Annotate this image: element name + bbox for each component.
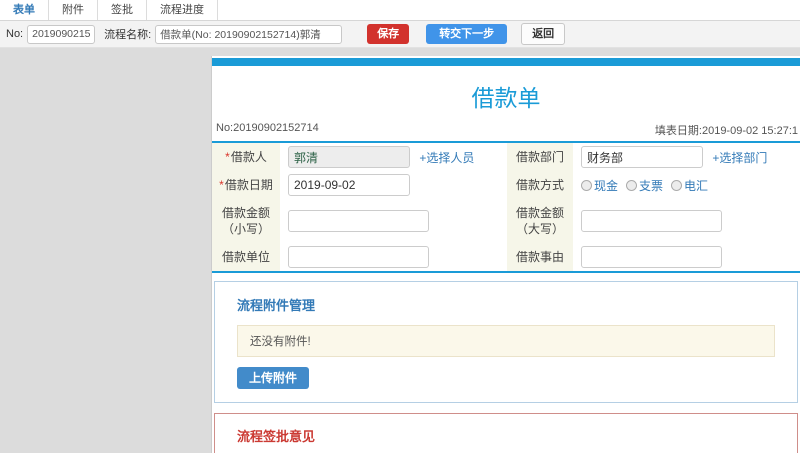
upload-attachment-button[interactable]: 上传附件	[237, 367, 310, 389]
tab-approvals[interactable]: 签批	[98, 0, 147, 20]
approval-panel: 流程签批意见 B I abc A ∞ ∞ ⚑ 1≡ •≡ ⇤ ⇥	[214, 413, 798, 453]
borrow-date-label-cell: *借款日期	[212, 171, 280, 199]
tab-attachments[interactable]: 附件	[49, 0, 98, 20]
unit-field-cell	[280, 243, 507, 272]
radio-wire[interactable]: 电汇	[671, 177, 708, 194]
form-panel: 借款单 No:20190902152714 填表日期:2019-09-02 15…	[211, 56, 800, 453]
no-input[interactable]	[27, 24, 96, 44]
amount-small-field-cell	[280, 199, 507, 243]
borrower-label-cell: *借款人	[212, 143, 280, 171]
department-field-cell: +选择部门	[573, 143, 800, 171]
borrow-method-label: 借款方式	[507, 171, 573, 199]
radio-circle-icon	[626, 179, 638, 191]
radio-wire-label: 电汇	[684, 178, 709, 193]
required-asterisk: *	[219, 178, 224, 192]
document-title: 借款单	[471, 85, 541, 111]
amount-big-input[interactable]	[581, 210, 722, 232]
tab-progress[interactable]: 流程进度	[147, 0, 218, 20]
no-label: No:	[6, 28, 24, 40]
attachments-heading: 流程附件管理	[237, 298, 316, 313]
document-no: No:20190902152714	[216, 122, 319, 134]
no-attachments-alert: 还没有附件!	[237, 325, 775, 357]
back-button[interactable]: 返回	[521, 23, 566, 45]
main-area: 借款单 No:20190902152714 填表日期:2019-09-02 15…	[0, 48, 800, 453]
department-input[interactable]	[581, 146, 703, 168]
radio-cheque[interactable]: 支票	[626, 177, 663, 194]
select-department-link[interactable]: +选择部门	[712, 151, 767, 165]
borrow-date-label: 借款日期	[224, 178, 273, 192]
approval-heading: 流程签批意见	[237, 429, 316, 444]
unit-label: 借款单位	[212, 243, 280, 272]
tab-bar: 表单 附件 签批 流程进度	[0, 0, 800, 21]
borrower-field-cell: +选择人员	[280, 143, 507, 171]
borrower-input[interactable]	[288, 146, 410, 168]
borrow-date-input[interactable]	[288, 174, 410, 196]
table-row: *借款日期 借款方式 现金 支票	[212, 171, 800, 199]
borrower-label: 借款人	[230, 150, 267, 164]
forward-next-step-button[interactable]: 转交下一步	[426, 24, 508, 44]
amount-small-input[interactable]	[288, 210, 429, 232]
radio-circle-icon	[581, 179, 592, 191]
required-asterisk: *	[225, 150, 230, 164]
action-toolbar: No: 流程名称: 保存 转交下一步 返回	[0, 21, 800, 48]
reason-input[interactable]	[581, 246, 722, 268]
amount-big-label: 借款金额（大写）	[507, 199, 573, 243]
document-fill-date: 填表日期:2019-09-02 15:27:1	[654, 125, 798, 137]
unit-input[interactable]	[288, 246, 429, 268]
reason-label: 借款事由	[507, 243, 573, 272]
panel-accent-bar	[212, 58, 800, 66]
flow-name-label: 流程名称:	[104, 29, 152, 41]
radio-cash-label: 现金	[594, 178, 619, 193]
reason-field-cell	[573, 243, 800, 272]
document-info-row: No:20190902152714 填表日期:2019-09-02 15:27:…	[212, 122, 800, 143]
amount-big-field-cell	[573, 199, 800, 243]
attachments-panel: 流程附件管理 还没有附件! 上传附件	[214, 281, 798, 403]
table-row: 借款单位 借款事由	[212, 243, 800, 272]
save-button[interactable]: 保存	[367, 24, 410, 44]
tab-form[interactable]: 表单	[0, 0, 49, 20]
loan-form-table: *借款人 +选择人员 借款部门 +选择部门 *借款日期	[212, 143, 800, 273]
borrow-method-field-cell: 现金 支票 电汇	[573, 171, 800, 199]
table-row: 借款金额（小写） 借款金额（大写）	[212, 199, 800, 243]
radio-cheque-label: 支票	[639, 178, 664, 193]
radio-circle-icon	[671, 179, 683, 191]
radio-cash[interactable]: 现金	[581, 177, 618, 194]
table-row: *借款人 +选择人员 借款部门 +选择部门	[212, 143, 800, 171]
flow-name-input[interactable]	[155, 24, 343, 44]
borrow-date-field-cell	[280, 171, 507, 199]
amount-small-label: 借款金额（小写）	[212, 199, 280, 243]
select-person-link[interactable]: +选择人员	[419, 151, 474, 165]
department-label: 借款部门	[507, 143, 573, 171]
